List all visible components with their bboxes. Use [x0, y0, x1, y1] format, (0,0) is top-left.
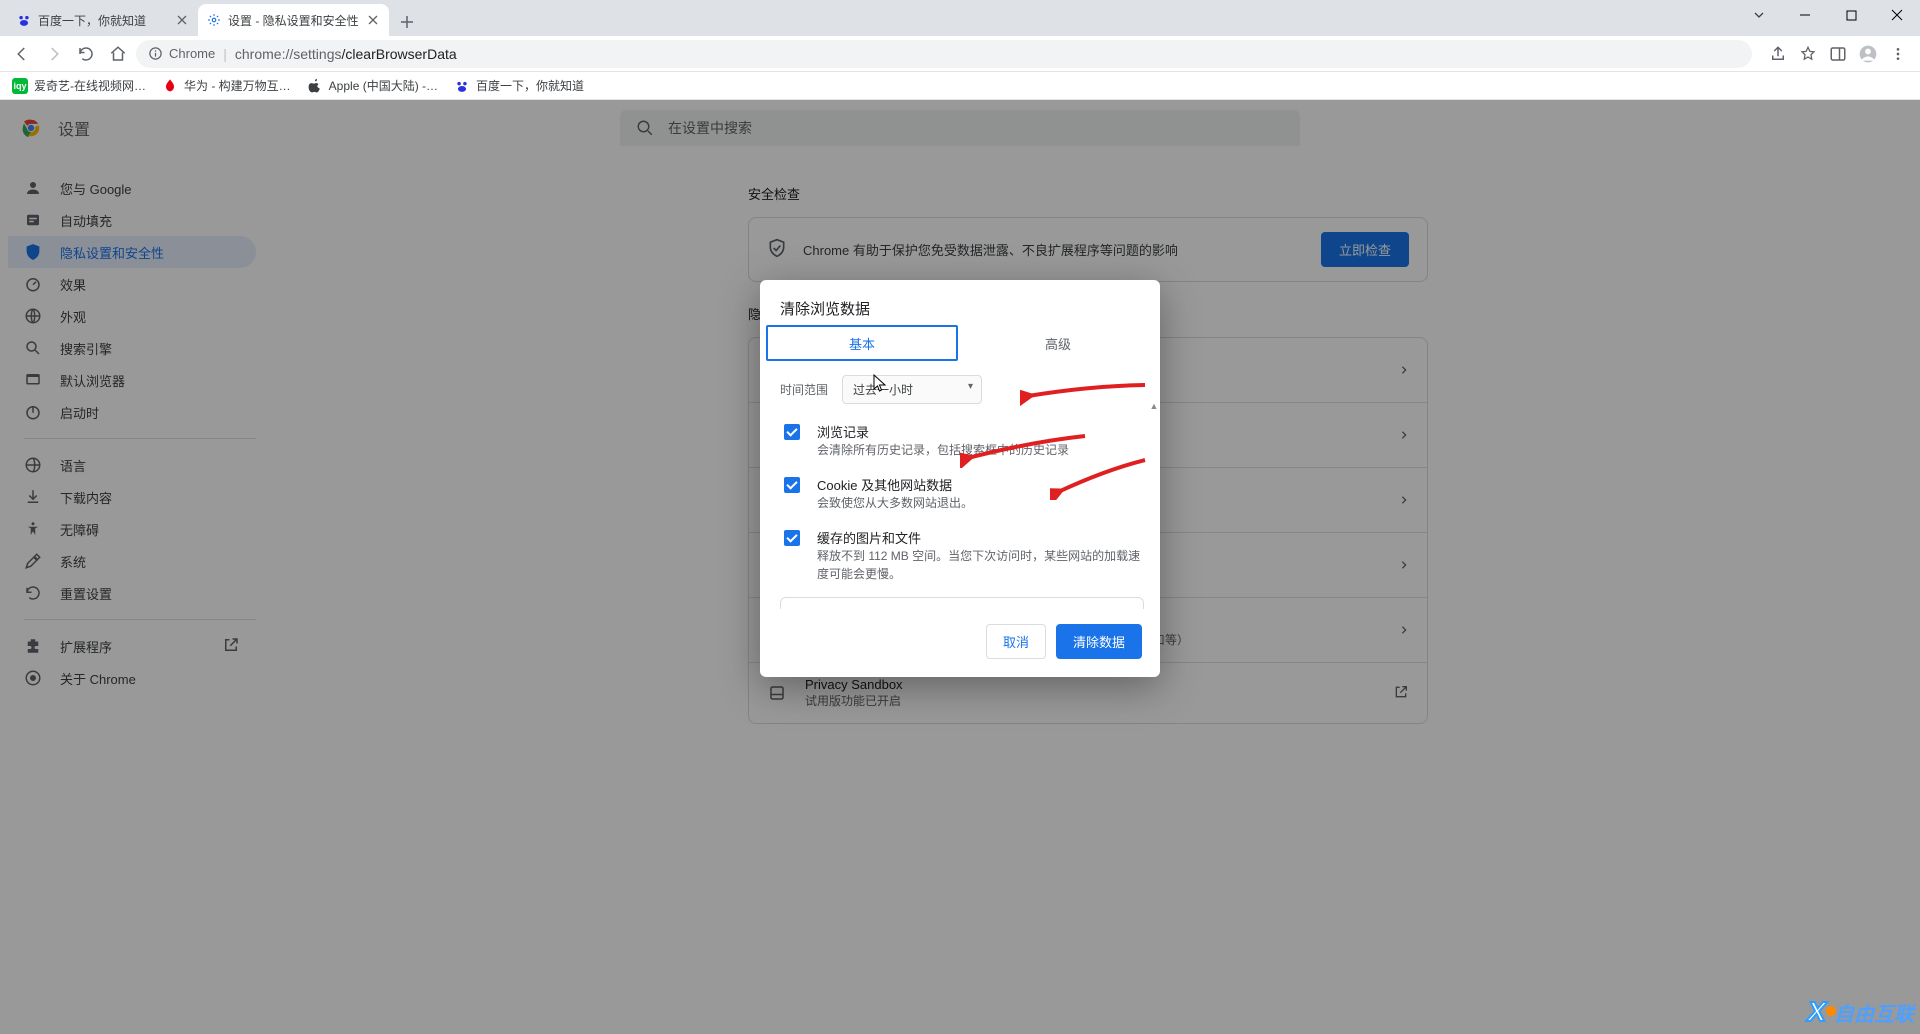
- site-info-icon[interactable]: Chrome: [148, 46, 215, 61]
- time-range-select[interactable]: 过去一小时: [842, 375, 982, 404]
- scrollbar[interactable]: ▲▼: [1150, 401, 1158, 609]
- checkbox-cookies[interactable]: [784, 477, 800, 493]
- clear-data-button[interactable]: 清除数据: [1056, 624, 1142, 659]
- tabs-dropdown-icon[interactable]: [1736, 0, 1782, 30]
- address-bar[interactable]: Chrome | chrome://settings/clearBrowserD…: [136, 40, 1752, 68]
- gear-favicon-icon: [206, 12, 222, 28]
- window-controls: [1736, 0, 1920, 30]
- browser-toolbar: Chrome | chrome://settings/clearBrowserD…: [0, 36, 1920, 72]
- option-cached[interactable]: 缓存的图片和文件释放不到 112 MB 空间。当您下次访问时，某些网站的加载速度…: [780, 520, 1160, 591]
- back-button[interactable]: [8, 40, 36, 68]
- option-browsing-history[interactable]: 浏览记录会清除所有历史记录，包括搜索框中的历史记录: [780, 414, 1160, 467]
- baidu-favicon-icon: [16, 12, 32, 28]
- cursor-icon: [873, 374, 887, 395]
- watermark: X自由互联: [1807, 996, 1914, 1028]
- url-host: chrome://settings: [235, 46, 342, 62]
- bookmark-item[interactable]: iqy 爱奇艺-在线视频网…: [12, 77, 146, 94]
- browser-tab-settings[interactable]: 设置 - 隐私设置和安全性: [198, 4, 389, 36]
- menu-icon[interactable]: [1884, 40, 1912, 68]
- browser-tab-baidu[interactable]: 百度一下，你就知道: [8, 4, 198, 36]
- browser-tabs: 百度一下，你就知道 设置 - 隐私设置和安全性: [8, 4, 421, 36]
- secure-label: Chrome: [169, 46, 215, 61]
- time-range-label: 时间范围: [780, 381, 828, 398]
- cancel-button[interactable]: 取消: [986, 624, 1046, 659]
- checkbox-browsing-history[interactable]: [784, 424, 800, 440]
- close-icon[interactable]: [365, 12, 381, 28]
- search-engine-note: 您所用的搜索引擎是百度。请查看它的相关说明，了解如何删除您的搜索记录（若适用）。: [780, 597, 1144, 609]
- dialog-body: 时间范围 过去一小时 浏览记录会清除所有历史记录，包括搜索框中的历史记录 Coo…: [760, 361, 1160, 609]
- bookmark-item[interactable]: 百度一下，你就知道: [454, 77, 584, 94]
- tab-title: 百度一下，你就知道: [38, 12, 168, 29]
- bookmark-item[interactable]: 华为 - 构建万物互…: [162, 77, 291, 94]
- dialog-title: 清除浏览数据: [760, 280, 1160, 321]
- home-button[interactable]: [104, 40, 132, 68]
- iqiyi-icon: iqy: [12, 78, 28, 94]
- apple-icon: [307, 78, 323, 94]
- tab-advanced[interactable]: 高级: [962, 325, 1154, 361]
- bookmark-item[interactable]: Apple (中国大陆) -…: [307, 77, 438, 94]
- forward-button[interactable]: [40, 40, 68, 68]
- dialog-tabs: 基本 高级: [760, 321, 1160, 361]
- bookmarks-bar: iqy 爱奇艺-在线视频网… 华为 - 构建万物互… Apple (中国大陆) …: [0, 72, 1920, 100]
- tab-title: 设置 - 隐私设置和安全性: [228, 12, 359, 29]
- new-tab-button[interactable]: [393, 8, 421, 36]
- maximize-button[interactable]: [1828, 0, 1874, 30]
- bookmark-icon[interactable]: [1794, 40, 1822, 68]
- side-panel-icon[interactable]: [1824, 40, 1852, 68]
- checkbox-cached[interactable]: [784, 530, 800, 546]
- minimize-button[interactable]: [1782, 0, 1828, 30]
- share-icon[interactable]: [1764, 40, 1792, 68]
- window-titlebar: 百度一下，你就知道 设置 - 隐私设置和安全性: [0, 0, 1920, 36]
- close-icon[interactable]: [174, 12, 190, 28]
- close-window-button[interactable]: [1874, 0, 1920, 30]
- baidu-icon: [454, 78, 470, 94]
- settings-page: 设置 在设置中搜索 您与 Google 自动填充 隐私设置和安全性 效果 外观 …: [0, 100, 1920, 1034]
- clear-browsing-data-dialog: 清除浏览数据 基本 高级 时间范围 过去一小时 浏览记录会清除所有历史记录，包括…: [760, 280, 1160, 677]
- huawei-icon: [162, 78, 178, 94]
- reload-button[interactable]: [72, 40, 100, 68]
- profile-icon[interactable]: [1854, 40, 1882, 68]
- option-cookies[interactable]: Cookie 及其他网站数据会致使您从大多数网站退出。: [780, 467, 1160, 520]
- url-path: /clearBrowserData: [342, 46, 457, 62]
- tab-basic[interactable]: 基本: [766, 325, 958, 361]
